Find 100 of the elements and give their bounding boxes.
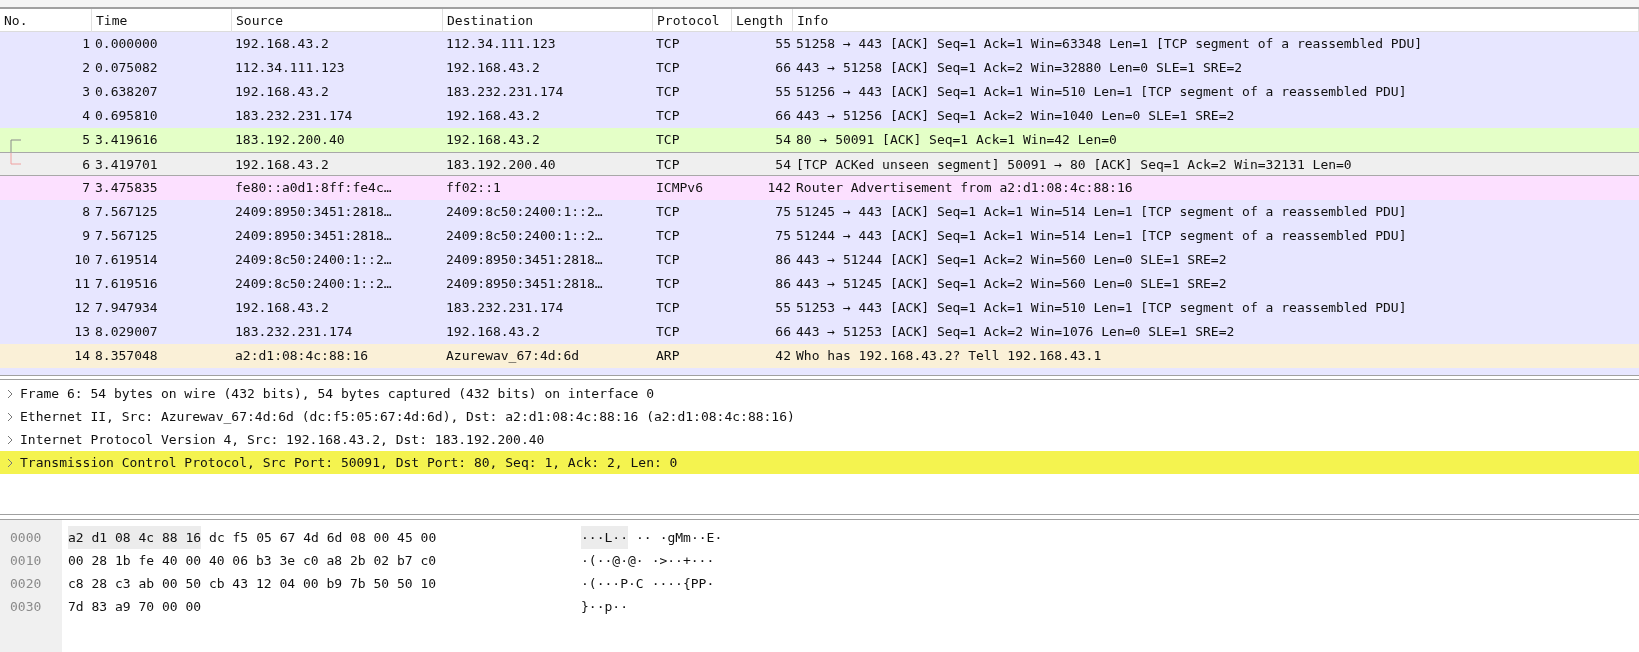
table-cell-text: 75: [774, 227, 792, 245]
packet-row[interactable]: 2 0.075082 112.34.111.123 192.168.43.2 TCP 66 443 → 51258 [ACK] Seq=1 Ack=2 Win=32880 Len=0 SLE=1 SRE=2: [0, 56, 1639, 80]
table-cell-text: 8: [81, 203, 91, 221]
packet-row[interactable]: 8 7.567125 2409:8950:3451:2818… 2409:8c50:2400:1::2… TCP 75 51245 → 443 [ACK] Seq=1 Ack=1 Win=514 Len=1 [TCP segment of a reassembled PDU]: [0, 200, 1639, 224]
table-cell-text: 11: [73, 275, 91, 293]
packet-row[interactable]: 5 3.419616 183.192.200.40 192.168.43.2 TCP 54 80 → 50091 [ACK] Seq=1 Ack=1 Win=42 Len=0: [0, 128, 1639, 152]
table-cell-text: 9: [81, 227, 91, 245]
byte-offset: 0030: [9, 598, 43, 616]
ascii-bytes: ··: [635, 529, 652, 547]
expand-chevron-icon[interactable]: [6, 457, 14, 468]
hex-bytes: 05 67 4d 6d 08 00 45 00: [256, 529, 437, 547]
table-cell-text: ff02::1: [445, 179, 502, 197]
table-cell-text: Azurewav_67:4d:6d: [445, 347, 581, 365]
table-cell-text: 0.000000: [94, 35, 159, 53]
packet-row[interactable]: 4 0.695810 183.232.231.174 192.168.43.2 TCP 66 443 → 51256 [ACK] Seq=1 Ack=2 Win=1040 Len=0 SLE=1 SRE=2: [0, 104, 1639, 128]
table-cell-text: 7.567125: [94, 203, 159, 221]
hex-bytes: b3 3e c0 a8 2b 02 b7 c0: [256, 552, 437, 570]
table-cell-text: 2409:8c50:2400:1::2…: [234, 275, 393, 293]
table-cell-text: 7.619516: [94, 275, 159, 293]
packet-row[interactable]: 13 8.029007 183.232.231.174 192.168.43.2 TCP 66 443 → 51253 [ACK] Seq=1 Ack=2 Win=1076 Len=0 SLE=1 SRE=2: [0, 320, 1639, 344]
table-cell-text: 14: [73, 347, 91, 365]
table-cell-text: 3.475835: [94, 179, 159, 197]
table-cell-text: 8.029007: [94, 323, 159, 341]
table-cell-text: TCP: [655, 227, 681, 245]
table-cell-text: 42: [774, 347, 792, 365]
table-cell-text: 7.567125: [94, 227, 159, 245]
hex-bytes: 00 28 1b fe 40 00 40 06: [68, 552, 248, 570]
packet-row[interactable]: 14 8.357048 a2:d1:08:4c:88:16 Azurewav_67:4d:6d ARP 42 Who has 192.168.43.2? Tell 192.168.43.1: [0, 344, 1639, 368]
hex-bytes: c8 28 c3 ab 00 50 cb 43: [68, 575, 248, 593]
table-cell-text: 51244 → 443 [ACK] Seq=1 Ack=1 Win=514 Len=1 [TCP segment of a reassembled PDU]: [795, 227, 1408, 245]
table-cell-text: TCP: [655, 275, 681, 293]
hex-bytes: a2 d1 08 4c 88 16: [68, 526, 202, 549]
tree-item-label: Frame 6: 54 bytes on wire (432 bits), 54 bytes captured (432 bits) on interface 0: [20, 384, 654, 403]
table-cell-text: 4: [81, 107, 91, 125]
table-cell-text: 12: [73, 299, 91, 317]
table-cell-text: TCP: [655, 323, 681, 341]
packet-row[interactable]: 7 3.475835 fe80::a0d1:8ff:fe4c… ff02::1 ICMPv6 142 Router Advertisement from a2:d1:08:4c:88:16: [0, 176, 1639, 200]
table-cell-text: 66: [774, 323, 792, 341]
table-cell-text: [TCP ACKed unseen segment] 50091 → 80 [ACK] Seq=1 Ack=2 Win=32131 Len=0: [795, 156, 1353, 174]
table-cell-text: ICMPv6: [655, 179, 704, 197]
table-cell-text: 80 → 50091 [ACK] Seq=1 Ack=1 Win=42 Len=0: [795, 131, 1118, 149]
table-cell-text: TCP: [655, 299, 681, 317]
packet-row[interactable]: 3 0.638207 192.168.43.2 183.232.231.174 TCP 55 51256 → 443 [ACK] Seq=1 Ack=1 Win=510 Len=1 [TCP segment of a reassembled PDU]: [0, 80, 1639, 104]
tree-item[interactable]: Internet Protocol Version 4, Src: 192.168.43.2, Dst: 183.192.200.40: [0, 428, 1639, 451]
table-cell-text: Who has 192.168.43.2? Tell 192.168.43.1: [795, 347, 1103, 365]
tree-item[interactable]: Ethernet II, Src: Azurewav_67:4d:6d (dc:f5:05:67:4d:6d), Dst: a2:d1:08:4c:88:16 (a2:d1:08:4c:88:16): [0, 405, 1639, 428]
ascii-bytes: }··p··: [581, 598, 628, 616]
table-cell-text: 51258 → 443 [ACK] Seq=1 Ack=1 Win=63348 Len=1 [TCP segment of a reassembled PDU]: [795, 35, 1424, 53]
table-cell-text: 3: [81, 83, 91, 101]
hex-bytes: 7d 83 a9 70 00 00: [68, 598, 202, 616]
expand-chevron-icon[interactable]: [6, 411, 14, 422]
table-cell-text: 183.192.200.40: [445, 156, 557, 174]
table-cell-text: 192.168.43.2: [445, 59, 541, 77]
table-cell-text: TCP: [655, 83, 681, 101]
table-cell-text: 2409:8950:3451:2818…: [234, 227, 393, 245]
tree-item-label: Ethernet II, Src: Azurewav_67:4d:6d (dc:f5:05:67:4d:6d), Dst: a2:d1:08:4c:88:16 (a2:d1:08:4c:88:16): [20, 407, 795, 426]
table-cell-text: 443 → 51244 [ACK] Seq=1 Ack=2 Win=560 Len=0 SLE=1 SRE=2: [795, 251, 1228, 269]
table-cell-text: 192.168.43.2: [445, 323, 541, 341]
byte-offset: 0010: [9, 552, 43, 570]
table-cell-text: 5: [81, 131, 91, 149]
table-cell-text: 2409:8950:3451:2818…: [445, 251, 604, 269]
table-cell-text: TCP: [655, 107, 681, 125]
table-cell-text: 66: [774, 107, 792, 125]
table-cell-text: 10: [73, 251, 91, 269]
table-cell-text: Router Advertisement from a2:d1:08:4c:88:16: [795, 179, 1134, 197]
packet-row[interactable]: 11 7.619516 2409:8c50:2400:1::2… 2409:8950:3451:2818… TCP 86 443 → 51245 [ACK] Seq=1 Ack=2 Win=560 Len=0 SLE=1 SRE=2: [0, 272, 1639, 296]
table-cell-text: 8.357048: [94, 347, 159, 365]
table-cell-text: 112.34.111.123: [445, 35, 557, 53]
table-cell-text: 0.695810: [94, 107, 159, 125]
table-cell-text: 2409:8950:3451:2818…: [445, 275, 604, 293]
packet-row[interactable]: 6 3.419701 192.168.43.2 183.192.200.40 TCP 54 [TCP ACKed unseen segment] 50091 → 80 [ACK] Seq=1 Ack=2 Win=32131 Len=0: [0, 152, 1639, 176]
table-cell-text: 183.232.231.174: [234, 323, 354, 341]
table-cell-text: TCP: [655, 35, 681, 53]
hex-bytes: 12 04 00 b9 7b 50 50 10: [256, 575, 437, 593]
packet-row[interactable]: 9 7.567125 2409:8950:3451:2818… 2409:8c50:2400:1::2… TCP 75 51244 → 443 [ACK] Seq=1 Ack=1 Win=514 Len=1 [TCP segment of a reassembled PDU]: [0, 224, 1639, 248]
packet-row[interactable]: 1 0.000000 192.168.43.2 112.34.111.123 TCP 55 51258 → 443 [ACK] Seq=1 Ack=1 Win=63348 Len=1 [TCP segment of a reassembled PDU]: [0, 32, 1639, 56]
ascii-bytes: ···L··: [581, 526, 628, 549]
packet-row[interactable]: 12 7.947934 192.168.43.2 183.232.231.174 TCP 55 51253 → 443 [ACK] Seq=1 Ack=1 Win=510 Len=1 [TCP segment of a reassembled PDU]: [0, 296, 1639, 320]
table-cell-text: 112.34.111.123: [234, 59, 346, 77]
table-cell-text: a2:d1:08:4c:88:16: [234, 347, 370, 365]
table-cell-text: 2409:8950:3451:2818…: [234, 203, 393, 221]
table-cell-text: TCP: [655, 59, 681, 77]
tree-item[interactable]: Frame 6: 54 bytes on wire (432 bits), 54 bytes captured (432 bits) on interface 0: [0, 382, 1639, 405]
expand-chevron-icon[interactable]: [6, 388, 14, 399]
table-cell-text: 3.419616: [94, 131, 159, 149]
table-cell-text: 192.168.43.2: [234, 83, 330, 101]
ascii-bytes: ·gMm··E·: [659, 529, 723, 547]
table-cell-text: 142: [766, 179, 792, 197]
table-cell-text: 54: [774, 156, 792, 174]
table-cell-text: 183.232.231.174: [234, 107, 354, 125]
table-cell-text: 2409:8c50:2400:1::2…: [445, 203, 604, 221]
tree-item[interactable]: Transmission Control Protocol, Src Port: 50091, Dst Port: 80, Seq: 1, Ack: 2, Len: 0: [0, 451, 1639, 474]
ascii-bytes: ·(···P·C: [581, 575, 644, 593]
packet-row[interactable]: 10 7.619514 2409:8c50:2400:1::2… 2409:8950:3451:2818… TCP 86 443 → 51244 [ACK] Seq=1 Ack=2 Win=560 Len=0 SLE=1 SRE=2: [0, 248, 1639, 272]
table-cell-text: TCP: [655, 251, 681, 269]
table-cell-text: 54: [774, 131, 792, 149]
table-cell-text: 192.168.43.2: [234, 35, 330, 53]
table-cell-text: 55: [774, 299, 792, 317]
expand-chevron-icon[interactable]: [6, 434, 14, 445]
table-cell-text: 7: [81, 179, 91, 197]
